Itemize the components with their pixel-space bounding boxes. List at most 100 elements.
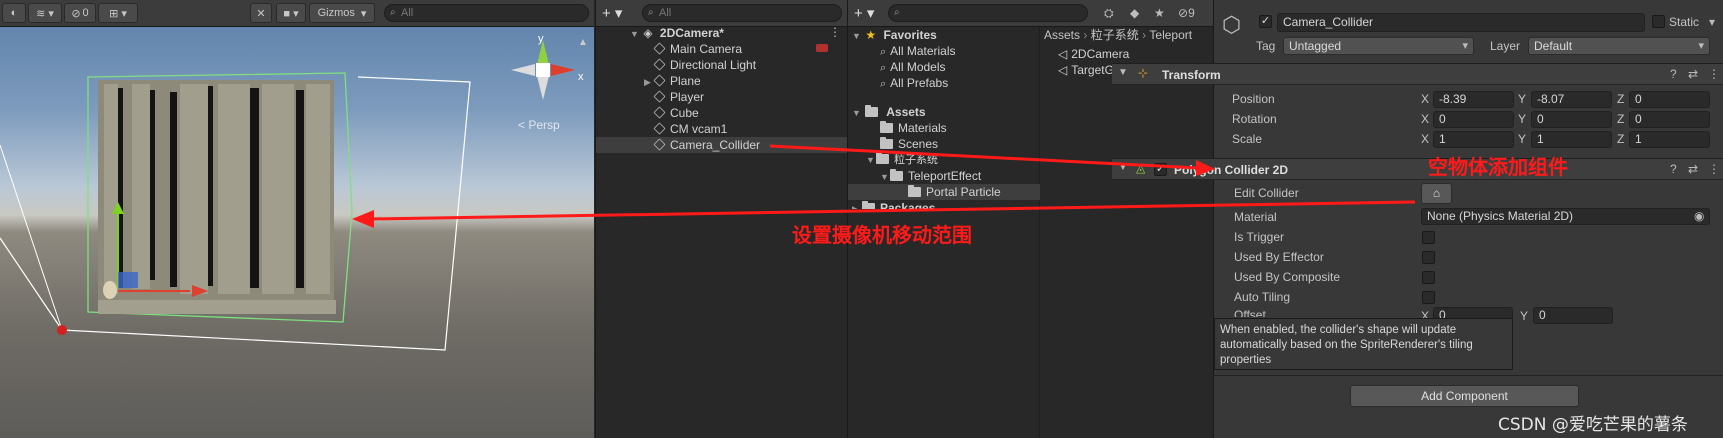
transform-rotation-x-field[interactable]: 0 (1433, 111, 1514, 128)
hierarchy-search-input[interactable]: ⌕ All (642, 4, 842, 22)
folder-icon (880, 121, 893, 133)
breadcrumb-item[interactable]: Assets (1044, 28, 1080, 42)
folder-scenes[interactable]: Scenes (880, 136, 938, 152)
folder-materials[interactable]: Materials (880, 120, 947, 136)
hierarchy-item[interactable]: Main Camera (653, 41, 742, 57)
add-button[interactable]: + ▾ (854, 4, 874, 22)
scene-row[interactable]: ▼ ◈ 2DCamera* (630, 25, 724, 41)
favorite-item[interactable]: ⌕ All Prefabs (880, 75, 948, 91)
expand-arrow-icon: ▶ (644, 77, 651, 87)
project-search-input[interactable]: ⌕ (888, 4, 1088, 22)
collider-bool-checkbox[interactable] (1422, 231, 1435, 244)
hierarchy-item[interactable]: Directional Light (653, 57, 756, 73)
transform-position-x-field[interactable]: -8.39 (1433, 91, 1514, 108)
active-checkbox[interactable]: ✓ (1259, 15, 1272, 28)
edit-collider-button[interactable]: ⌂ (1421, 183, 1452, 204)
hierarchy-item[interactable]: ▶ Plane (644, 73, 701, 89)
gameobject-icon (653, 122, 666, 135)
more-menu-icon[interactable]: ⋮ (1708, 67, 1720, 81)
preset-icon[interactable]: ⇄ (1688, 67, 1698, 81)
scene-canvas: x y ▲ (0, 33, 588, 351)
transform-rotation-y-field[interactable]: 0 (1531, 111, 1612, 128)
transform-header[interactable]: ▼ ⊹ Transform ? ⇄ ⋮ (1112, 63, 1723, 85)
material-field[interactable]: None (Physics Material 2D) (1421, 208, 1710, 225)
breadcrumb-item[interactable]: 粒子系统 (1091, 28, 1139, 42)
camera-icon: ■ ▾ (283, 7, 299, 20)
transform-scale-z-field[interactable]: 1 (1629, 131, 1710, 148)
transform-position-z-field[interactable]: 0 (1629, 91, 1710, 108)
project-breadcrumb: Assets › 粒子系统 › Teleport (1044, 28, 1193, 42)
help-icon[interactable]: ? (1670, 162, 1677, 176)
filter-type-icon[interactable]: ⛭ (1104, 6, 1114, 21)
camera-view-button[interactable]: ■ ▾ (276, 3, 306, 23)
hidden-packages-icon[interactable]: ⊘9 (1178, 6, 1195, 20)
transform-scale-label: Scale (1232, 132, 1263, 146)
transform-scale-y-field[interactable]: 1 (1531, 131, 1612, 148)
folder-packages[interactable]: ▶ Packages (852, 200, 935, 209)
folder-teleport-effect[interactable]: ▼ TeleportEffect (880, 168, 981, 184)
scene-menu-icon[interactable]: ⋮ (829, 25, 841, 39)
scene-view[interactable]: x y ▲ < Persp (0, 0, 594, 438)
favorite-item[interactable]: ⌕ All Models (880, 59, 946, 75)
label-filter-icon[interactable]: ◆ (1130, 6, 1139, 20)
collider-header[interactable]: ▼ ◬ ✓ Polygon Collider 2D ? ⇄ ⋮ (1112, 158, 1723, 180)
persp-label[interactable]: < Persp (518, 118, 560, 132)
object-picker-icon[interactable]: ◉ (1694, 209, 1704, 223)
add-component-button[interactable]: Add Component (1350, 385, 1579, 407)
hidden-objects-button[interactable]: ⊘ 0 (64, 3, 96, 23)
folder-portal-particle[interactable]: Portal Particle (908, 184, 1001, 200)
transform-title: Transform (1162, 68, 1221, 82)
collider-bool-checkbox[interactable] (1422, 251, 1435, 264)
static-checkbox[interactable] (1652, 15, 1665, 28)
favorites-row[interactable]: ▼ ★ Favorites (852, 27, 937, 43)
layer-dropdown[interactable]: Default (1528, 37, 1710, 55)
axis-z-label: Z (1617, 92, 1625, 106)
offset-y-field[interactable]: 0 (1533, 307, 1613, 324)
assets-row[interactable]: ▼ Assets (852, 104, 926, 120)
edit-shape-icon: ⌂ (1432, 186, 1441, 200)
folder-icon (880, 137, 893, 149)
axis-y-label: Y (1518, 132, 1527, 146)
tag-dropdown[interactable]: Untagged (1283, 37, 1474, 55)
hidden-count: 0 (82, 7, 89, 19)
transform-position-y-field[interactable]: -8.07 (1531, 91, 1612, 108)
hierarchy-item[interactable]: Camera_Collider (653, 137, 760, 153)
collider-bool-label: Used By Effector (1234, 250, 1324, 264)
gizmos-button[interactable]: Gizmos ▾ (309, 3, 375, 23)
collider-enabled-checkbox[interactable]: ✓ (1154, 163, 1167, 176)
draw-mode-button[interactable]: ◐ (2, 3, 26, 23)
unity-scene-icon: ◁ (1058, 63, 1068, 77)
hierarchy-item[interactable]: Cube (653, 105, 699, 121)
folder-icon (876, 152, 889, 164)
orientation-gizmo (511, 40, 575, 100)
preset-icon[interactable]: ⇄ (1688, 162, 1698, 176)
draw-mode-icon: ◐ (10, 7, 18, 19)
scene-search-input[interactable]: ⌕ All (384, 4, 589, 22)
object-name-field[interactable]: Camera_Collider (1277, 13, 1645, 32)
axis-x-label: X (1421, 92, 1430, 106)
search-icon: ⌕ (894, 7, 900, 18)
search-icon: ⌕ (648, 7, 654, 18)
add-button[interactable]: + ▾ (602, 4, 622, 22)
layers-button[interactable]: ≋ ▾ (28, 3, 62, 23)
camera-icon (816, 44, 828, 52)
transform-scale-x-field[interactable]: 1 (1433, 131, 1514, 148)
breadcrumb-item[interactable]: Teleport (1149, 28, 1192, 42)
help-icon[interactable]: ? (1670, 67, 1677, 81)
favorite-star-icon[interactable]: ★ (1154, 6, 1165, 20)
collapse-arrow-icon: ▼ (1118, 162, 1128, 173)
tools-button[interactable]: ✕ (250, 3, 272, 23)
grid-button[interactable]: ⊞ ▾ (98, 3, 138, 23)
more-menu-icon[interactable]: ⋮ (1708, 162, 1720, 176)
gameobject-icon (653, 58, 666, 71)
favorite-item[interactable]: ⌕ All Materials (880, 43, 956, 59)
transform-rotation-z-field[interactable]: 0 (1629, 111, 1710, 128)
hierarchy-item[interactable]: Player (653, 89, 704, 105)
hierarchy-item[interactable]: CM vcam1 (653, 121, 727, 137)
collider-bool-checkbox[interactable] (1422, 271, 1435, 284)
folder-particle-system[interactable]: ▼ 粒子系统 (866, 152, 938, 168)
collider-bool-checkbox[interactable] (1422, 291, 1435, 304)
folder-icon (908, 185, 921, 197)
file-item[interactable]: ◁ 2DCamera (1058, 46, 1129, 62)
static-dropdown-icon[interactable]: ▾ (1709, 15, 1715, 29)
